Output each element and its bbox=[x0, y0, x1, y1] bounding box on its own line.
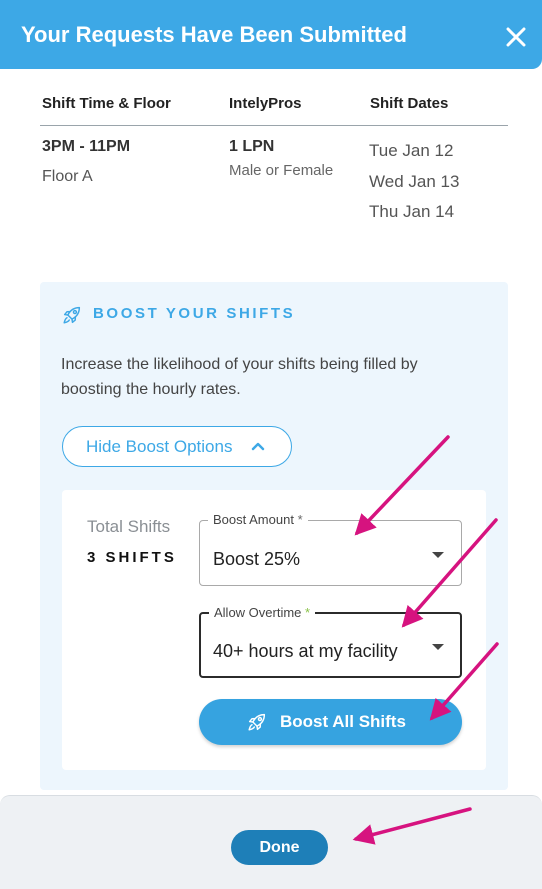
boost-all-shifts-button[interactable]: Boost All Shifts bbox=[199, 699, 462, 745]
allow-overtime-value: 40+ hours at my facility bbox=[213, 641, 398, 661]
boost-amount-value: Boost 25% bbox=[213, 549, 301, 569]
column-header-intelypros: IntelyPros bbox=[229, 95, 302, 112]
column-header-shift-time: Shift Time & Floor bbox=[42, 95, 171, 112]
allow-overtime-legend: Allow Overtime * bbox=[209, 605, 316, 620]
modal-title: Your Requests Have Been Submitted bbox=[21, 22, 407, 47]
table-divider bbox=[40, 125, 508, 126]
pros-count: 1 LPN bbox=[229, 138, 275, 155]
done-button[interactable]: Done bbox=[231, 830, 328, 865]
boost-amount-legend: Boost Amount * bbox=[208, 512, 308, 527]
shift-date: Wed Jan 13 bbox=[369, 172, 460, 191]
hide-boost-options-label: Hide Boost Options bbox=[86, 437, 233, 456]
boost-amount-select[interactable]: Boost Amount * Boost 25% bbox=[199, 512, 462, 586]
pros-gender: Male or Female bbox=[229, 162, 334, 179]
boost-amount-label: Boost Amount bbox=[213, 512, 294, 527]
boost-description: Increase the likelihood of your shifts b… bbox=[61, 356, 418, 398]
caret-down-icon bbox=[432, 552, 444, 558]
shift-floor: Floor A bbox=[42, 168, 93, 185]
shift-time: 3PM - 11PM bbox=[42, 138, 131, 155]
column-header-shift-dates: Shift Dates bbox=[370, 95, 449, 112]
modal-header: Your Requests Have Been Submitted bbox=[0, 0, 542, 69]
chevron-up-icon bbox=[251, 442, 265, 451]
shift-date: Thu Jan 14 bbox=[369, 202, 455, 221]
hide-boost-options-button[interactable]: Hide Boost Options bbox=[62, 426, 292, 467]
allow-overtime-label: Allow Overtime bbox=[214, 605, 302, 620]
rocket-icon bbox=[63, 306, 81, 324]
shift-date: Tue Jan 12 bbox=[369, 141, 454, 160]
done-label: Done bbox=[259, 839, 300, 856]
caret-down-icon bbox=[432, 644, 444, 650]
required-marker: * bbox=[305, 605, 311, 620]
close-icon[interactable] bbox=[503, 24, 529, 50]
rocket-icon bbox=[248, 713, 266, 731]
required-marker: * bbox=[297, 512, 303, 527]
boost-title: BOOST YOUR SHIFTS bbox=[93, 305, 296, 322]
total-shifts-value: 3 SHIFTS bbox=[87, 549, 177, 566]
total-shifts-label: Total Shifts bbox=[87, 517, 171, 536]
boost-all-shifts-label: Boost All Shifts bbox=[280, 712, 406, 731]
allow-overtime-select[interactable]: Allow Overtime * 40+ hours at my facilit… bbox=[199, 605, 462, 678]
